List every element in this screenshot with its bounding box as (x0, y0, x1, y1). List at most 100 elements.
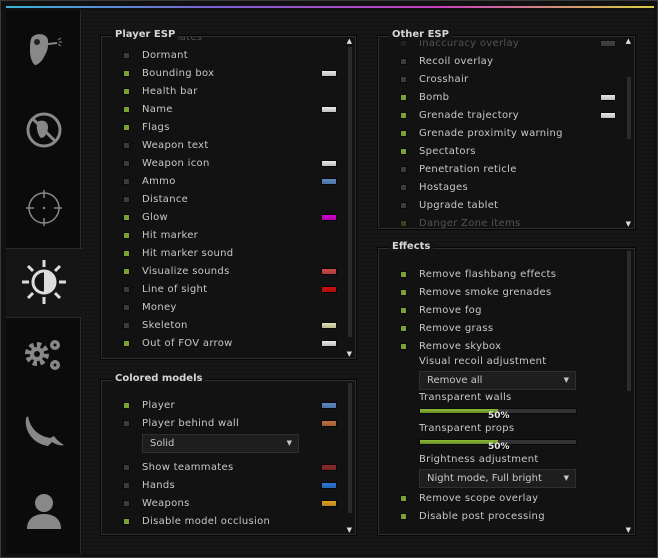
checkbox[interactable] (400, 129, 407, 137)
checkbox[interactable] (123, 285, 130, 293)
checkbox[interactable] (123, 499, 130, 507)
checkbox[interactable] (123, 321, 130, 329)
checkbox[interactable] (123, 339, 130, 347)
color-picker[interactable] (321, 401, 337, 409)
checkbox[interactable] (123, 51, 130, 59)
group-title: Player ESP (112, 29, 179, 40)
option-row: Disable model occlusion (102, 514, 345, 528)
sidebar-tab-5[interactable] (6, 318, 81, 396)
checkbox[interactable] (400, 512, 407, 520)
color-picker[interactable] (321, 177, 337, 185)
option-row: Weapon text (102, 138, 345, 152)
scrollbar[interactable] (348, 47, 352, 337)
checkbox[interactable] (123, 213, 130, 221)
option-label: Crosshair (419, 73, 469, 85)
scroll-up-icon[interactable]: ▲ (626, 37, 631, 45)
option-label: Health bar (142, 85, 198, 97)
scroll-down-icon[interactable]: ▼ (626, 526, 631, 534)
checkbox[interactable] (123, 303, 130, 311)
color-picker[interactable] (321, 481, 337, 489)
color-picker[interactable] (321, 267, 337, 275)
checkbox[interactable] (400, 111, 407, 119)
sidebar-tab-7[interactable] (6, 471, 81, 554)
option-row: Money (102, 300, 345, 314)
checkbox[interactable] (400, 93, 407, 101)
color-picker[interactable] (600, 111, 616, 119)
color-picker[interactable] (321, 213, 337, 221)
option-label: Remove smoke grenades (419, 286, 552, 298)
checkbox[interactable] (123, 195, 130, 203)
scroll-down-icon[interactable]: ▼ (347, 526, 352, 534)
checkbox[interactable] (400, 183, 407, 191)
checkbox[interactable] (123, 463, 130, 471)
option-label: Remove grass (419, 322, 494, 334)
checkbox[interactable] (400, 165, 407, 173)
checkbox[interactable] (400, 219, 407, 227)
scrollbar[interactable] (627, 77, 631, 139)
color-picker[interactable] (321, 499, 337, 507)
sidebar-tab-4[interactable] (6, 248, 82, 318)
checkbox[interactable] (400, 324, 407, 332)
option-label: Recoil overlay (419, 55, 494, 67)
checkbox[interactable] (123, 401, 130, 409)
scroll-down-icon[interactable]: ▼ (626, 220, 631, 228)
sidebar-tab-2[interactable] (6, 91, 81, 171)
checkbox[interactable] (400, 288, 407, 296)
option-row: Upgrade tablet (379, 198, 624, 212)
dropdown[interactable]: Remove all ▼ (419, 371, 576, 390)
checkbox[interactable] (123, 517, 130, 525)
checkbox[interactable] (123, 123, 130, 131)
checkbox[interactable] (123, 105, 130, 113)
color-picker[interactable] (321, 105, 337, 113)
player-icon (24, 491, 64, 534)
checkbox[interactable] (123, 69, 130, 77)
color-picker[interactable] (600, 93, 616, 101)
checkbox[interactable] (400, 39, 407, 47)
color-picker[interactable] (600, 39, 616, 47)
checkbox[interactable] (123, 87, 130, 95)
checkbox[interactable] (123, 159, 130, 167)
sidebar-tab-1[interactable] (6, 10, 81, 91)
color-picker[interactable] (321, 159, 337, 167)
option-label: Ammo (142, 175, 176, 187)
checkbox[interactable] (400, 57, 407, 65)
scrollbar[interactable] (627, 251, 631, 391)
option-row: Remove skybox (379, 339, 624, 353)
option-label: Disable post processing (419, 510, 545, 522)
checkbox[interactable] (123, 231, 130, 239)
scroll-down-icon[interactable]: ▼ (347, 350, 352, 358)
sidebar-tab-6[interactable] (6, 396, 81, 471)
sidebar-tab-3[interactable] (6, 171, 81, 248)
option-row: Weapons (102, 496, 345, 510)
color-picker[interactable] (321, 339, 337, 347)
option-row: Disable post processing (379, 509, 624, 523)
scroll-up-icon[interactable]: ▲ (347, 37, 352, 45)
option-row: Visualize sounds (102, 264, 345, 278)
checkbox[interactable] (400, 201, 407, 209)
checkbox[interactable] (400, 342, 407, 350)
checkbox[interactable] (123, 481, 130, 489)
checkbox[interactable] (123, 141, 130, 149)
checkbox[interactable] (123, 267, 130, 275)
dropdown[interactable]: Solid ▼ (142, 434, 299, 453)
color-picker[interactable] (321, 69, 337, 77)
option-label: Hands (142, 479, 176, 491)
checkbox[interactable] (400, 75, 407, 83)
checkbox[interactable] (400, 270, 407, 278)
option-label: Grenade proximity warning (419, 127, 563, 139)
scrollbar[interactable] (348, 383, 352, 513)
checkbox[interactable] (123, 249, 130, 257)
color-picker[interactable] (321, 321, 337, 329)
checkbox[interactable] (123, 177, 130, 185)
checkbox[interactable] (400, 147, 407, 155)
color-picker[interactable] (321, 463, 337, 471)
color-picker[interactable] (321, 285, 337, 293)
option-label: Distance (142, 193, 189, 205)
color-picker[interactable] (321, 419, 337, 427)
checkbox[interactable] (123, 419, 130, 427)
dropdown[interactable]: Night mode, Full bright ▼ (419, 469, 576, 488)
checkbox[interactable] (400, 494, 407, 502)
colored-models-group: Player Player behind wall Solid ▼ Show teamm… (100, 373, 357, 536)
option-row: Player behind wall (102, 416, 345, 430)
checkbox[interactable] (400, 306, 407, 314)
